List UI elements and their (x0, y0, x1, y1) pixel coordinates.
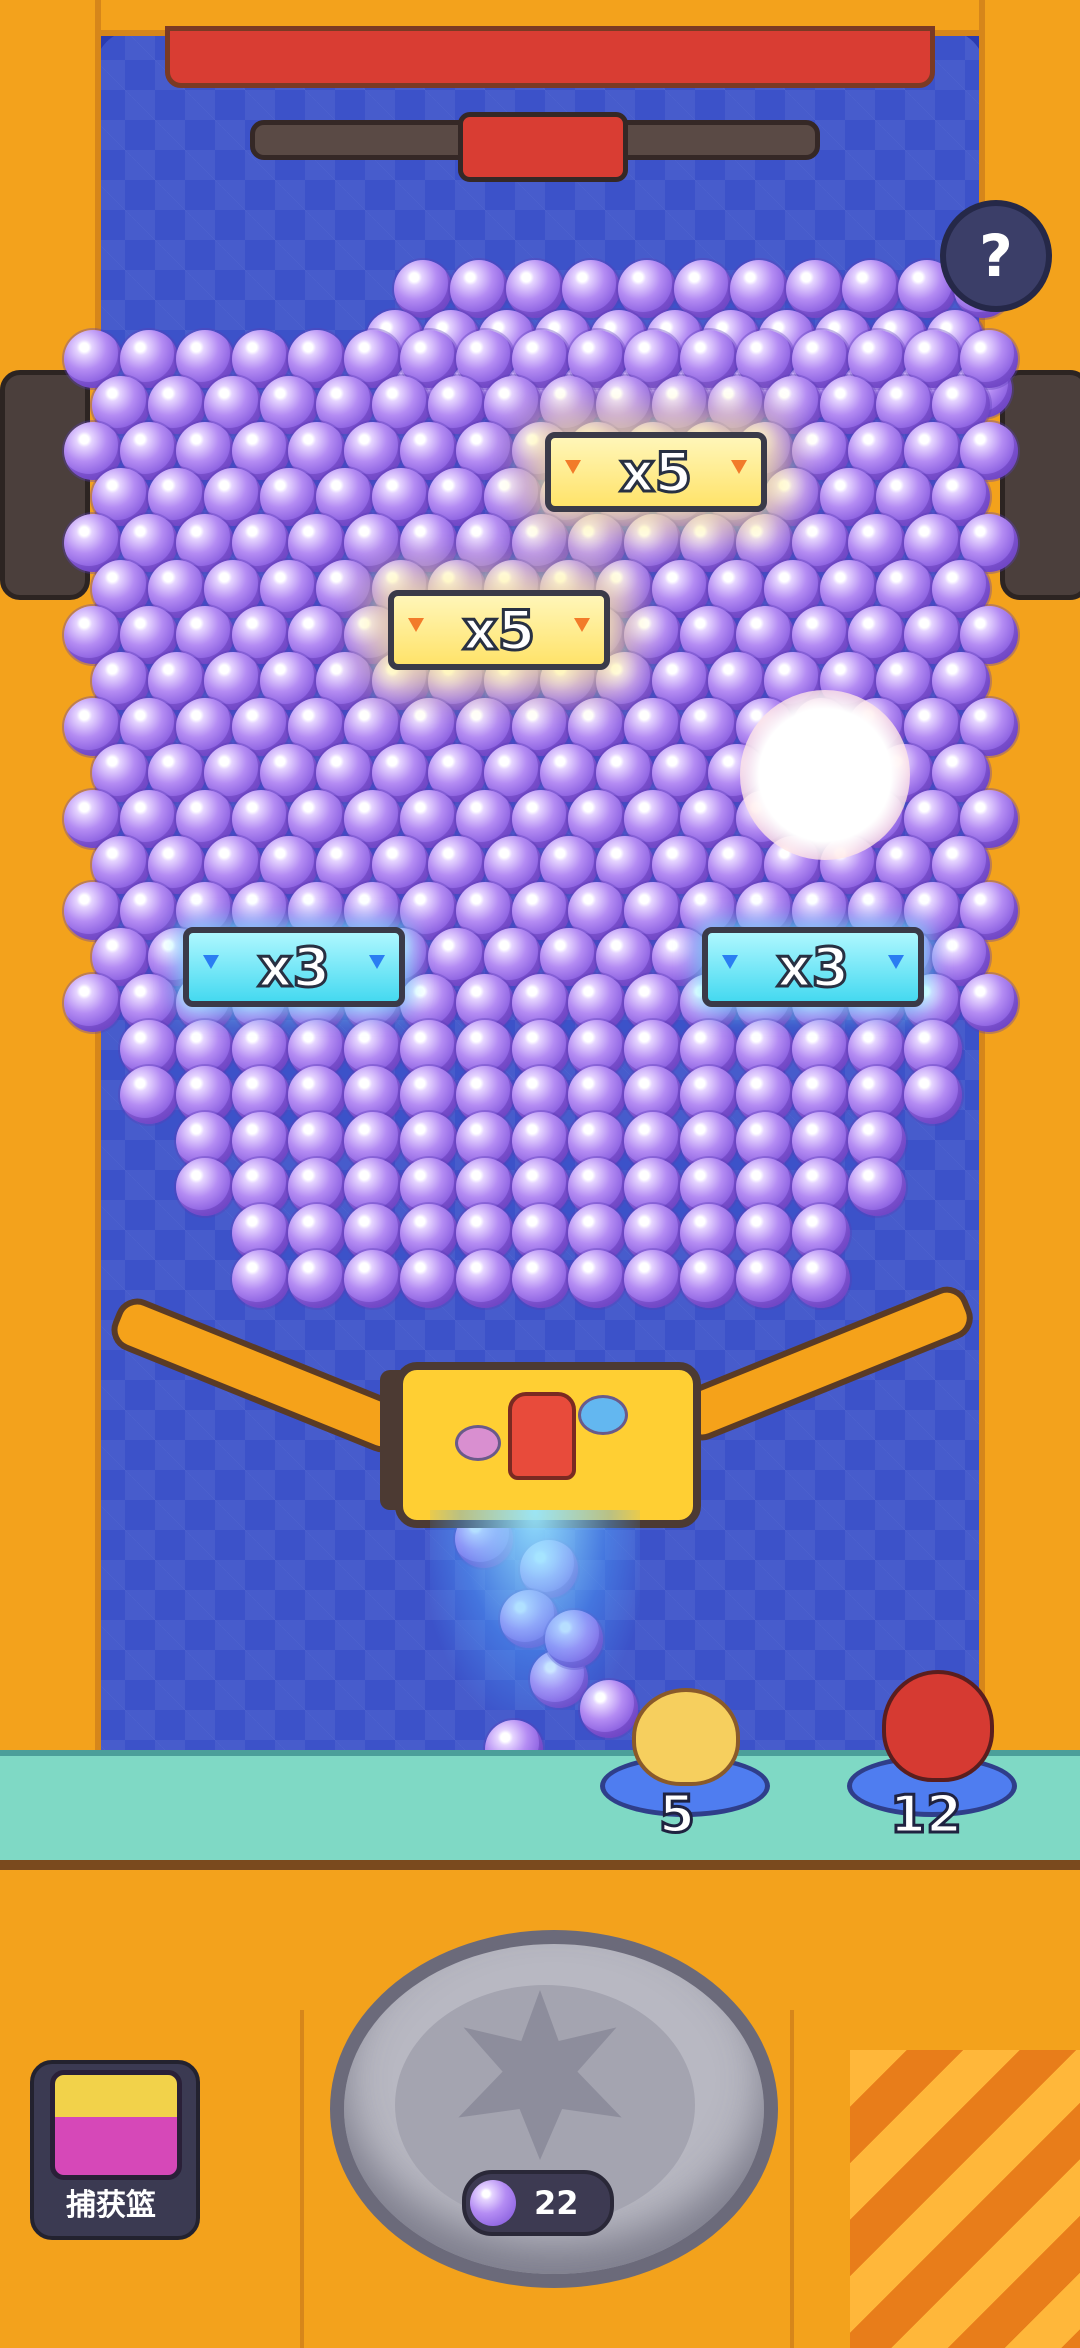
panel-seam-left (300, 2010, 304, 2348)
ball-counter-value: 22 (534, 2184, 579, 2222)
ball-counter: 22 (462, 2170, 614, 2236)
fire-bird-count: 12 (888, 1784, 963, 1847)
fire-bird-pet[interactable] (882, 1670, 994, 1782)
claw-top-rail (165, 26, 935, 88)
burst-flash (740, 690, 910, 860)
game-screen: x5 x5 x3 x3 ? 5 12 22 捕获篮 (0, 0, 1080, 2348)
funnel-boot-icon (508, 1392, 576, 1480)
basket-icon (50, 2070, 182, 2180)
hamster-pet[interactable] (632, 1688, 740, 1786)
paw-ball-icon (470, 2180, 516, 2226)
left-clamp (0, 370, 90, 600)
multiplier-x5-top: x5 (545, 432, 767, 512)
capture-basket-label: 捕获篮 (66, 2188, 156, 2223)
question-mark-icon: ? (979, 222, 1013, 290)
multiplier-x3-left: x3 (183, 927, 405, 1007)
panel-seam-right (790, 2010, 794, 2348)
hamster-count: 5 (657, 1784, 696, 1847)
multiplier-x5-middle: x5 (388, 590, 610, 670)
right-clamp (1000, 370, 1080, 600)
hazard-stripes (850, 2050, 1080, 2348)
funnel-glow (430, 1510, 640, 1710)
help-button[interactable]: ? (940, 200, 1052, 312)
funnel-spot-pink (455, 1425, 501, 1461)
claw-center (458, 112, 628, 182)
multiplier-x3-right: x3 (702, 927, 924, 1007)
funnel-spot-blue (578, 1395, 628, 1435)
cabinet-left (0, 0, 101, 1760)
